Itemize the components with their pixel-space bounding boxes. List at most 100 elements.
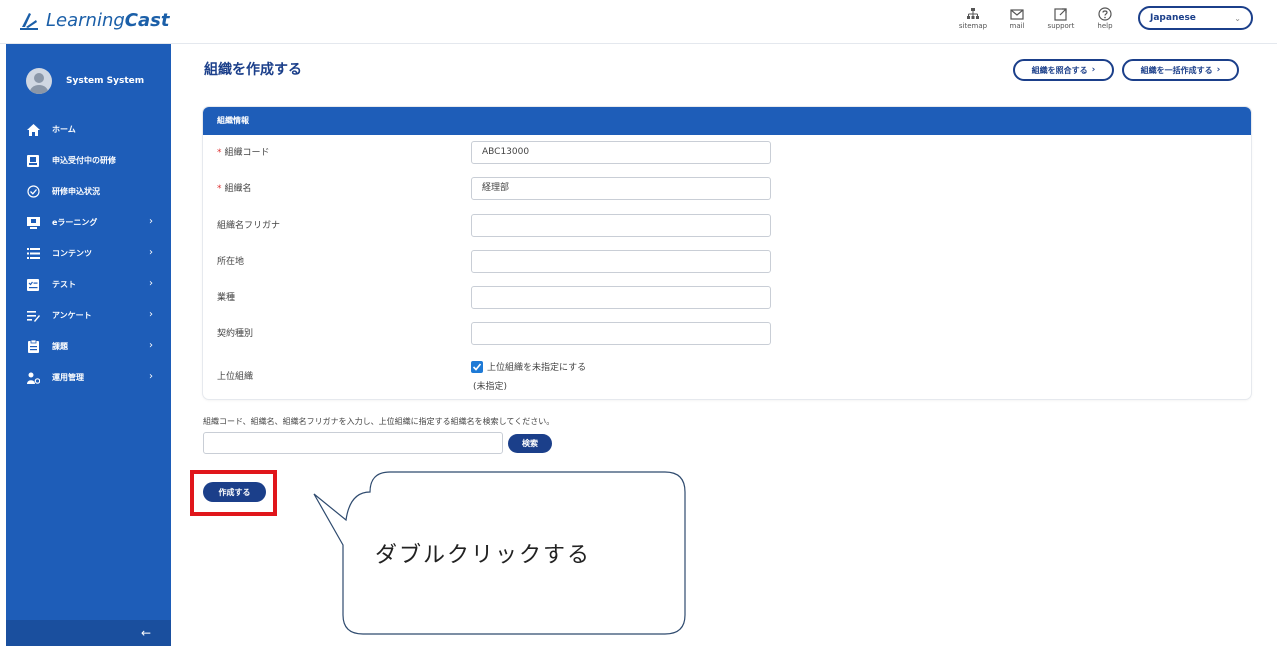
parent-org-search-input[interactable] xyxy=(203,432,503,454)
language-select[interactable]: Japanese ⌄ xyxy=(1138,6,1253,30)
chevron-right-icon: › xyxy=(1091,65,1096,75)
support-label: support xyxy=(1047,21,1075,30)
help-link[interactable]: help xyxy=(1090,6,1120,30)
test-icon xyxy=(26,278,40,292)
external-link-icon xyxy=(1054,7,1067,21)
sidebar-item-home[interactable]: ホーム xyxy=(6,114,171,145)
field-label: * 組織コード xyxy=(217,148,270,158)
sidebar-item-label: 運用管理 xyxy=(52,373,84,382)
match-organization-label: 組織を照合する xyxy=(1031,65,1088,75)
app-logo[interactable]: LearningCast xyxy=(18,9,169,31)
sitemap-link[interactable]: sitemap xyxy=(958,7,988,30)
org-name-kana-input[interactable] xyxy=(471,214,771,237)
user-name: System System xyxy=(66,76,145,86)
sidebar-item-test[interactable]: テスト › xyxy=(6,269,171,300)
sidebar-item-survey[interactable]: アンケート › xyxy=(6,300,171,331)
sidebar: System System ホーム 申込受付中の研修 研修申込状況 eラーニング xyxy=(6,44,171,646)
field-label: * 組織名 xyxy=(217,184,252,194)
logo-text: LearningCast xyxy=(46,9,170,31)
form-row-org-name-kana: 組織名フリガナ xyxy=(203,208,1251,244)
highlight-box xyxy=(190,470,277,516)
logo-mark-icon xyxy=(20,13,38,30)
callout-text: ダブルクリックする xyxy=(375,543,592,568)
form-row-parent-org: 上位組織 xyxy=(203,359,1251,395)
list-icon xyxy=(26,247,40,261)
sidebar-item-elearning[interactable]: eラーニング › xyxy=(6,207,171,238)
page-title: 組織を作成する xyxy=(204,62,302,78)
top-icon-bar: sitemap mail support help Japanese ⌄ xyxy=(958,6,1253,30)
chevron-right-icon: › xyxy=(1216,65,1221,75)
application-icon xyxy=(26,154,40,168)
sidebar-item-label: 課題 xyxy=(52,342,68,351)
avatar xyxy=(26,68,52,94)
field-label: 業種 xyxy=(217,293,236,303)
support-link[interactable]: support xyxy=(1046,7,1076,30)
sidebar-item-open-trainings[interactable]: 申込受付中の研修 xyxy=(6,145,171,176)
mail-icon xyxy=(1010,8,1024,20)
form-row-industry: 業種 xyxy=(203,280,1251,316)
sidebar-item-label: コンテンツ xyxy=(52,249,92,258)
top-bar: LearningCast sitemap mail support help J… xyxy=(0,0,1277,44)
admin-icon xyxy=(26,371,40,385)
chevron-right-icon: › xyxy=(149,371,153,382)
chevron-right-icon: › xyxy=(149,340,153,351)
chevron-right-icon: › xyxy=(149,278,153,289)
sidebar-item-application-status[interactable]: 研修申込状況 xyxy=(6,176,171,207)
user-profile[interactable]: System System xyxy=(26,68,144,94)
form-row-org-name: * 組織名 経理部 xyxy=(203,171,1251,207)
organization-info-panel: 組織情報 * 組織コード ABC13000 * 組織名 経理部 組織名フリガナ 所在… xyxy=(203,107,1251,399)
home-icon xyxy=(26,123,40,137)
sidebar-item-label: アンケート xyxy=(52,311,92,320)
sidebar-item-label: eラーニング xyxy=(52,218,98,227)
mail-label: mail xyxy=(1009,21,1025,30)
help-icon xyxy=(1098,6,1112,21)
sidebar-item-contents[interactable]: コンテンツ › xyxy=(6,238,171,269)
sitemap-icon xyxy=(967,7,979,19)
contract-type-input[interactable] xyxy=(471,322,771,345)
search-hint: 組織コード、組織名、組織名フリガナを入力し、上位組織に指定する組織名を検索してく… xyxy=(203,417,555,426)
match-organization-button[interactable]: 組織を照合する › xyxy=(1013,59,1114,81)
sitemap-label: sitemap xyxy=(958,21,988,30)
assignment-icon xyxy=(26,340,40,354)
required-mark: * xyxy=(217,148,222,158)
language-select-value: Japanese xyxy=(1150,13,1196,23)
help-label: help xyxy=(1097,21,1113,30)
form-row-address: 所在地 xyxy=(203,244,1251,280)
form-row-contract-type: 契約種別 xyxy=(203,316,1251,352)
checkbox-label: 上位組織を未指定にする xyxy=(487,363,587,373)
form-row-org-code: * 組織コード ABC13000 xyxy=(203,135,1251,171)
field-label: 契約種別 xyxy=(217,329,254,339)
mail-link[interactable]: mail xyxy=(1002,7,1032,30)
org-code-input[interactable]: ABC13000 xyxy=(471,141,771,164)
address-input[interactable] xyxy=(471,250,771,273)
industry-input[interactable] xyxy=(471,286,771,309)
field-label: 所在地 xyxy=(217,257,245,267)
sidebar-item-label: 申込受付中の研修 xyxy=(52,156,116,165)
field-label: 組織名フリガナ xyxy=(217,221,281,231)
org-name-input[interactable]: 経理部 xyxy=(471,177,771,200)
required-mark: * xyxy=(217,184,222,194)
sidebar-collapse-button[interactable]: ← xyxy=(6,620,171,646)
sidebar-menu: ホーム 申込受付中の研修 研修申込状況 eラーニング › コンテンツ › テスト… xyxy=(6,114,171,393)
parent-org-control: 上位組織を未指定にする (未指定) xyxy=(471,360,586,392)
sidebar-item-label: テスト xyxy=(52,280,76,289)
sidebar-item-assignment[interactable]: 課題 › xyxy=(6,331,171,362)
elearning-icon xyxy=(26,216,40,230)
sidebar-item-label: ホーム xyxy=(52,125,76,134)
chevron-down-icon: ⌄ xyxy=(1234,13,1241,23)
search-button[interactable]: 検索 xyxy=(508,434,552,453)
chevron-right-icon: › xyxy=(149,247,153,258)
status-check-icon xyxy=(26,185,40,199)
field-label: 上位組織 xyxy=(217,372,254,382)
sidebar-item-admin[interactable]: 運用管理 › xyxy=(6,362,171,393)
survey-icon xyxy=(26,309,40,323)
bulk-create-label: 組織を一括作成する xyxy=(1140,65,1213,75)
parent-org-note: (未指定) xyxy=(473,382,508,392)
sidebar-item-label: 研修申込状況 xyxy=(52,187,100,196)
checkbox-checked-icon[interactable] xyxy=(471,360,483,373)
chevron-right-icon: › xyxy=(149,309,153,320)
panel-heading: 組織情報 xyxy=(203,107,1251,135)
unassigned-parent-checkbox[interactable]: 上位組織を未指定にする xyxy=(471,360,586,373)
bulk-create-organization-button[interactable]: 組織を一括作成する › xyxy=(1122,59,1239,81)
chevron-right-icon: › xyxy=(149,216,153,227)
